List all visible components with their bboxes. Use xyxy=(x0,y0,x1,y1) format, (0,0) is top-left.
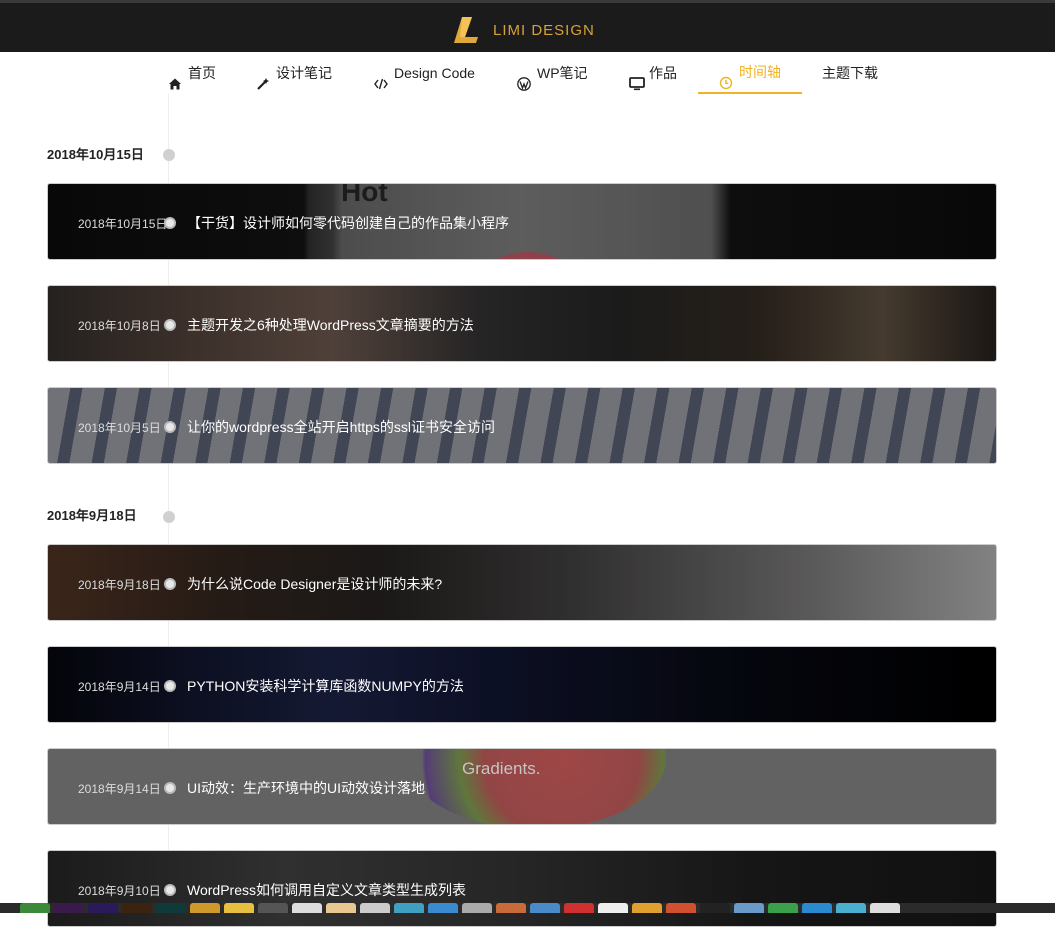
nav-item-design-code[interactable]: Design Code xyxy=(374,52,475,94)
nav-label: 主题下载 xyxy=(822,65,878,81)
post-date: 2018年9月10日 xyxy=(78,884,161,898)
nav-item-theme-download[interactable]: 主题下载 xyxy=(822,52,878,94)
timeline-dot xyxy=(164,421,176,433)
post-date: 2018年10月15日 xyxy=(78,217,168,231)
dock-app-icon[interactable] xyxy=(428,903,458,913)
dock-app-icon[interactable] xyxy=(54,903,84,913)
post-title[interactable]: 让你的wordpress全站开启https的ssl证书安全访问 xyxy=(187,417,495,437)
timeline-dot xyxy=(163,149,175,161)
monitor-icon xyxy=(629,66,645,91)
timeline-post-card[interactable]: Hot 2018年10月15日 【干货】设计师如何零代码创建自己的作品集小程序 xyxy=(47,183,997,260)
dock-app-icon[interactable] xyxy=(394,903,424,913)
nav-item-design-notes[interactable]: 设计笔记 xyxy=(256,52,332,94)
dock-app-icon[interactable] xyxy=(88,903,118,913)
nav-label: 首页 xyxy=(188,65,216,81)
dock-app-icon[interactable] xyxy=(870,903,900,913)
timeline-dot xyxy=(164,782,176,794)
dock-app-icon[interactable] xyxy=(122,903,152,913)
timeline-post-card[interactable]: 2018年9月14日 PYTHON安装科学计算库函数NUMPY的方法 xyxy=(47,646,997,723)
post-title[interactable]: PYTHON安装科学计算库函数NUMPY的方法 xyxy=(187,676,464,696)
timeline-dot xyxy=(164,884,176,896)
dock-app-icon[interactable] xyxy=(768,903,798,913)
post-date: 2018年9月14日 xyxy=(78,680,161,694)
timeline-dot xyxy=(164,319,176,331)
home-icon xyxy=(168,66,182,90)
post-date: 2018年10月5日 xyxy=(78,421,161,435)
dock-app-icon[interactable] xyxy=(836,903,866,913)
post-title[interactable]: UI动效：生产环境中的UI动效设计落地 xyxy=(187,778,425,798)
timeline-post-card[interactable]: Gradients. 2018年9月14日 UI动效：生产环境中的UI动效设计落… xyxy=(47,748,997,825)
post-title[interactable]: 【干货】设计师如何零代码创建自己的作品集小程序 xyxy=(187,213,509,233)
nav-label: WP笔记 xyxy=(537,65,588,81)
os-dock xyxy=(0,903,1055,913)
nav-item-home[interactable]: 首页 xyxy=(168,52,216,94)
nav-label: 作品 xyxy=(649,65,677,81)
timeline-dot xyxy=(163,511,175,523)
post-title[interactable]: 为什么说Code Designer是设计师的未来? xyxy=(187,574,442,594)
dock-app-icon[interactable] xyxy=(734,903,764,913)
nav-item-timeline[interactable]: 时间轴 xyxy=(698,52,802,94)
nav-item-wp-notes[interactable]: WP笔记 xyxy=(517,52,588,94)
code-icon xyxy=(374,66,388,90)
timeline-dot xyxy=(164,578,176,590)
dock-app-icon[interactable] xyxy=(598,903,628,913)
dock-app-icon[interactable] xyxy=(802,903,832,913)
timeline-post-card[interactable]: 2018年9月10日 WordPress如何调用自定义文章类型生成列表 xyxy=(47,850,997,927)
dock-app-icon[interactable] xyxy=(360,903,390,913)
dock-app-icon[interactable] xyxy=(258,903,288,913)
main-nav: 首页 设计笔记 Design Code WP笔记 作品 时间轴 主题下载 xyxy=(0,52,1055,94)
wordpress-icon xyxy=(517,66,531,91)
nav-label: Design Code xyxy=(394,65,475,81)
post-date: 2018年9月18日 xyxy=(78,578,161,592)
dock-app-icon[interactable] xyxy=(20,903,50,913)
post-title[interactable]: WordPress如何调用自定义文章类型生成列表 xyxy=(187,880,466,900)
dock-app-icon[interactable] xyxy=(564,903,594,913)
dock-app-icon[interactable] xyxy=(666,903,696,913)
dock-app-icon[interactable] xyxy=(700,903,730,913)
nav-label: 时间轴 xyxy=(739,64,781,80)
magic-wand-icon xyxy=(256,66,270,90)
timeline-post-card[interactable]: 2018年10月8日 主题开发之6种处理WordPress文章摘要的方法 xyxy=(47,285,997,362)
nav-item-works[interactable]: 作品 xyxy=(629,52,677,94)
post-title[interactable]: 主题开发之6种处理WordPress文章摘要的方法 xyxy=(187,315,474,335)
limi-logo-icon xyxy=(452,15,480,45)
dock-app-icon[interactable] xyxy=(224,903,254,913)
dock-app-icon[interactable] xyxy=(326,903,356,913)
timeline-post-card[interactable]: 2018年10月5日 让你的wordpress全站开启https的ssl证书安全… xyxy=(47,387,997,464)
dock-app-icon[interactable] xyxy=(156,903,186,913)
post-date: 2018年10月8日 xyxy=(78,319,161,333)
timeline-group-date: 2018年10月15日 xyxy=(47,147,144,162)
site-header: LIMI DESIGN xyxy=(0,0,1055,52)
timeline-dot xyxy=(164,680,176,692)
dock-app-icon[interactable] xyxy=(632,903,662,913)
post-date: 2018年9月14日 xyxy=(78,782,161,796)
nav-label: 设计笔记 xyxy=(276,65,332,81)
timeline-post-card[interactable]: 2018年9月18日 为什么说Code Designer是设计师的未来? xyxy=(47,544,997,621)
dock-app-icon[interactable] xyxy=(530,903,560,913)
timeline-dot xyxy=(164,217,176,229)
clock-icon xyxy=(719,65,733,90)
site-logo[interactable]: LIMI DESIGN xyxy=(452,15,595,45)
dock-app-icon[interactable] xyxy=(190,903,220,913)
timeline-group-date: 2018年9月18日 xyxy=(47,508,137,523)
dock-app-icon[interactable] xyxy=(496,903,526,913)
dock-app-icon[interactable] xyxy=(292,903,322,913)
brand-name: LIMI DESIGN xyxy=(493,21,595,39)
dock-app-icon[interactable] xyxy=(462,903,492,913)
